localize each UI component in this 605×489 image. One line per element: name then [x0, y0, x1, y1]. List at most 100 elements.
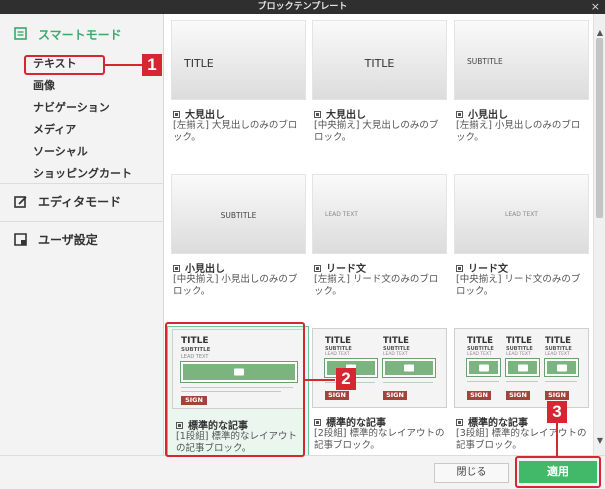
block-icon: [314, 265, 321, 272]
thumb-title: TITLE: [325, 336, 351, 346]
thumb-text: LEAD TEXT: [505, 211, 538, 218]
template-thumbnail: SUBTITLE: [171, 174, 306, 254]
scroll-down-icon[interactable]: ▼: [594, 436, 605, 445]
template-description: [左揃え] 小見出しのみのブロック。: [456, 120, 581, 143]
template-card-lead-text-left[interactable]: LEAD TEXT リード文 [左揃え] リード文のみのブロック。: [312, 174, 447, 304]
template-card-small-heading-center[interactable]: SUBTITLE 小見出し [中央揃え] 小見出しのみのブロック。: [171, 174, 306, 304]
annotation-line-3: [556, 423, 558, 456]
template-thumbnail: LEAD TEXT: [312, 174, 447, 254]
template-name: 標準的な記事: [456, 414, 528, 429]
thumb-text: SUBTITLE: [467, 57, 503, 66]
block-icon: [173, 265, 180, 272]
template-name: 小見出し: [456, 106, 508, 121]
image-placeholder: [505, 358, 540, 377]
template-thumbnail: TITLE: [312, 20, 447, 100]
thumb-title: TITLE: [506, 336, 532, 346]
editor-mode-header[interactable]: エディタモード: [0, 183, 164, 219]
annotation-badge-1: 1: [142, 54, 162, 76]
smart-mode-header[interactable]: スマートモード: [0, 16, 164, 52]
template-thumbnail: TITLE: [171, 20, 306, 100]
sign-button-thumb: SIGN: [545, 391, 569, 400]
template-description: [中央揃え] 大見出しのみのブロック。: [314, 120, 439, 143]
block-icon: [173, 111, 180, 118]
user-settings-header[interactable]: ユーザ設定: [0, 221, 164, 257]
thumb-lead: LEAD TEXT: [506, 352, 531, 357]
sidebar-item-media[interactable]: メディア: [33, 120, 76, 140]
camera-icon: [556, 364, 567, 371]
block-icon: [314, 111, 321, 118]
sign-button-thumb: SIGN: [325, 391, 349, 400]
block-icon: [456, 111, 463, 118]
camera-icon: [404, 364, 414, 372]
text-line: [383, 382, 433, 383]
thumb-title: TITLE: [383, 336, 409, 346]
thumb-title: TITLE: [545, 336, 571, 346]
annotation-badge-3: 3: [547, 401, 567, 423]
thumb-lead: LEAD TEXT: [325, 352, 350, 357]
window-title: ブロックテンプレート: [257, 2, 348, 12]
image-placeholder: [544, 358, 579, 377]
template-name: リード文: [456, 260, 508, 275]
template-description: [中央揃え] 小見出しのみのブロック。: [173, 274, 298, 297]
editor-mode-label: エディタモード: [38, 195, 122, 209]
template-description: [左揃え] リード文のみのブロック。: [314, 274, 439, 297]
thumb-text: SUBTITLE: [220, 211, 257, 220]
block-icon: [314, 419, 321, 426]
template-thumbnail: TITLE SUBTITLE LEAD TEXT SIGN TITLE SUBT…: [454, 328, 589, 408]
template-card-small-heading-left[interactable]: SUBTITLE 小見出し [左揃え] 小見出しのみのブロック。: [454, 20, 589, 150]
image-placeholder: [382, 358, 436, 378]
thumb-lead: LEAD TEXT: [545, 352, 570, 357]
sign-button-thumb: SIGN: [383, 391, 407, 400]
text-line: [506, 381, 538, 382]
block-icon: [456, 419, 463, 426]
smart-mode-icon: [14, 27, 28, 41]
edit-icon: [14, 195, 28, 209]
block-icon: [456, 265, 463, 272]
annotation-line-2: [305, 379, 335, 381]
template-card-lead-text-center[interactable]: LEAD TEXT リード文 [中央揃え] リード文のみのブロック。: [454, 174, 589, 304]
sidebar: スマートモード テキスト 画像 ナビゲーション メディア ソーシャル ショッピン…: [0, 14, 164, 455]
annotation-box-2: [165, 322, 305, 457]
thumb-text: TITLE: [184, 57, 214, 70]
template-thumbnail: LEAD TEXT: [454, 174, 589, 254]
template-description: [2段組] 標準的なレイアウトの記事ブロック。: [314, 428, 445, 451]
vertical-scrollbar[interactable]: ▲ ▼: [593, 14, 605, 455]
template-name: リード文: [314, 260, 366, 275]
template-card-article-3col[interactable]: TITLE SUBTITLE LEAD TEXT SIGN TITLE SUBT…: [454, 328, 589, 455]
thumb-text: TITLE: [364, 57, 395, 70]
scrollbar-thumb[interactable]: [596, 38, 603, 218]
smart-mode-label: スマートモード: [38, 27, 122, 42]
annotation-box-3: [515, 456, 601, 488]
close-icon[interactable]: ×: [591, 0, 600, 14]
title-bar: ブロックテンプレート ×: [0, 0, 605, 14]
template-card-large-heading-left[interactable]: TITLE 大見出し [左揃え] 大見出しのみのブロック。: [171, 20, 306, 150]
scroll-up-icon[interactable]: ▲: [594, 28, 605, 37]
sidebar-item-social[interactable]: ソーシャル: [33, 142, 88, 162]
camera-icon: [478, 364, 489, 371]
thumb-text: LEAD TEXT: [325, 211, 358, 218]
template-description: [左揃え] 大見出しのみのブロック。: [173, 120, 298, 143]
close-button[interactable]: 閉じる: [434, 463, 509, 483]
template-card-large-heading-center[interactable]: TITLE 大見出し [中央揃え] 大見出しのみのブロック。: [312, 20, 447, 150]
template-name: 大見出し: [314, 106, 366, 121]
sign-button-thumb: SIGN: [467, 391, 491, 400]
annotation-badge-2: 2: [336, 368, 356, 390]
image-placeholder: [466, 358, 501, 377]
text-line: [545, 381, 577, 382]
user-settings-icon: [14, 232, 28, 247]
template-card-article-2col[interactable]: TITLE SUBTITLE LEAD TEXT SIGN TITLE SUBT…: [312, 328, 447, 455]
template-name: 大見出し: [173, 106, 225, 121]
annotation-line-1: [105, 64, 142, 66]
thumb-lead: LEAD TEXT: [383, 352, 408, 357]
camera-icon: [517, 364, 528, 371]
template-name: 標準的な記事: [314, 414, 386, 429]
sidebar-item-image[interactable]: 画像: [33, 76, 55, 96]
template-thumbnail: SUBTITLE: [454, 20, 589, 100]
thumb-title: TITLE: [467, 336, 493, 346]
sidebar-item-navigation[interactable]: ナビゲーション: [33, 98, 110, 118]
thumb-lead: LEAD TEXT: [467, 352, 492, 357]
template-description: [中央揃え] リード文のみのブロック。: [456, 274, 581, 297]
sign-button-thumb: SIGN: [506, 391, 530, 400]
text-line: [467, 381, 499, 382]
sidebar-item-shopping-cart[interactable]: ショッピングカート: [33, 164, 132, 184]
